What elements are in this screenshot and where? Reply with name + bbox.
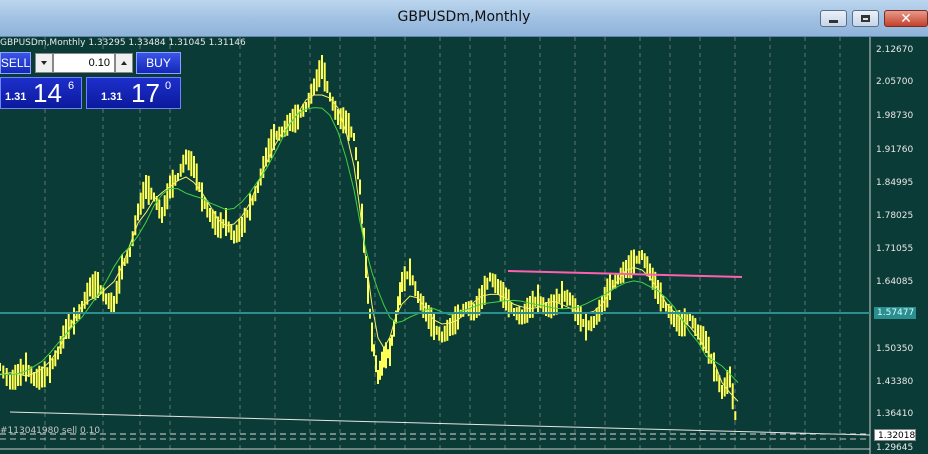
buy-button[interactable]: BUY <box>136 52 181 74</box>
lot-decrease-button[interactable] <box>35 53 53 73</box>
chart-window: GBPUSDm,Monthly ✕ GBPUSDm,Monthly 1.3329… <box>0 0 928 454</box>
horizontal-line-price-tag: 1.57477 <box>874 307 916 319</box>
lot-increase-button[interactable] <box>115 53 133 73</box>
sell-button[interactable]: SELL <box>0 52 31 74</box>
buy-price-fraction: 0 <box>165 80 172 92</box>
price-axis-label: 1.71055 <box>876 244 914 254</box>
moving-average-fast <box>0 94 739 402</box>
price-chart[interactable]: GBPUSDm,Monthly 1.33295 1.33484 1.31045 … <box>0 37 928 454</box>
price-axis-label: 1.64085 <box>876 277 914 287</box>
close-button[interactable]: ✕ <box>884 10 928 27</box>
arrow-down-icon <box>41 61 47 65</box>
price-axis-label: 1.98730 <box>876 111 914 121</box>
price-axis-label: 1.36410 <box>876 409 914 419</box>
price-axis-label: 1.84995 <box>876 178 914 188</box>
window-title: GBPUSDm,Monthly <box>397 9 531 25</box>
window-titlebar[interactable]: GBPUSDm,Monthly ✕ <box>0 0 928 37</box>
buy-price-display[interactable]: 1.31 17 0 <box>86 77 181 109</box>
price-axis-label: 1.29645 <box>876 443 914 453</box>
sell-price-display[interactable]: 1.31 14 6 <box>0 77 82 109</box>
sell-price-prefix: 1.31 <box>5 91 27 103</box>
price-axis-label: 1.50350 <box>876 344 914 354</box>
minimize-icon <box>829 20 838 23</box>
order-line-label: #113041980 sell 0.10 <box>0 426 101 436</box>
price-axis-label: 1.43380 <box>876 377 914 387</box>
maximize-icon <box>861 15 870 22</box>
sell-price-fraction: 6 <box>68 80 75 92</box>
arrow-up-icon <box>121 61 127 65</box>
price-axis-label: 1.91760 <box>876 145 914 155</box>
price-axis-label: 2.12670 <box>876 45 914 55</box>
buy-price-prefix: 1.31 <box>101 91 123 103</box>
minimize-button[interactable] <box>820 10 847 27</box>
lot-size-input[interactable]: 0.10 <box>53 53 115 73</box>
close-icon: ✕ <box>900 10 912 27</box>
maximize-button[interactable] <box>852 10 879 27</box>
buy-price-main: 17 <box>131 78 160 108</box>
moving-average-slow <box>0 107 739 383</box>
sell-price-main: 14 <box>33 78 62 108</box>
price-axis-label: 2.05700 <box>876 77 914 87</box>
bid-price-tag: 1.32018 <box>874 429 916 441</box>
symbol-info: GBPUSDm,Monthly 1.33295 1.33484 1.31045 … <box>0 38 246 48</box>
one-click-trading-panel: SELL 0.10 BUY 1.31 14 6 1.31 17 0 <box>0 52 182 112</box>
price-axis-label: 1.78025 <box>876 211 914 221</box>
